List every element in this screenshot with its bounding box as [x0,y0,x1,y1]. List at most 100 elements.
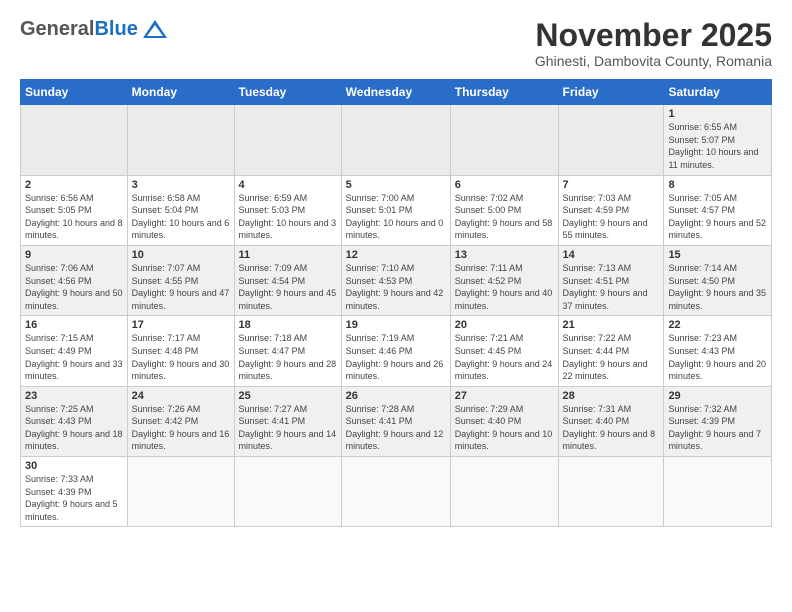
day-number: 3 [132,179,230,191]
day-cell: 14Sunrise: 7:13 AM Sunset: 4:51 PM Dayli… [558,245,664,315]
day-cell: 16Sunrise: 7:15 AM Sunset: 4:49 PM Dayli… [21,316,128,386]
day-info: Sunrise: 7:26 AM Sunset: 4:42 PM Dayligh… [132,403,230,453]
day-cell [234,105,341,175]
day-cell: 11Sunrise: 7:09 AM Sunset: 4:54 PM Dayli… [234,245,341,315]
header-row: SundayMondayTuesdayWednesdayThursdayFrid… [21,80,772,105]
col-header-thursday: Thursday [450,80,558,105]
title-block: November 2025 Ghinesti, Dambovita County… [535,18,772,69]
day-info: Sunrise: 7:10 AM Sunset: 4:53 PM Dayligh… [346,262,446,312]
day-number: 29 [668,390,767,402]
day-cell: 5Sunrise: 7:00 AM Sunset: 5:01 PM Daylig… [341,175,450,245]
day-info: Sunrise: 7:07 AM Sunset: 4:55 PM Dayligh… [132,262,230,312]
day-cell: 19Sunrise: 7:19 AM Sunset: 4:46 PM Dayli… [341,316,450,386]
day-cell [450,105,558,175]
day-number: 8 [668,179,767,191]
day-number: 23 [25,390,123,402]
day-cell [127,457,234,527]
day-cell: 24Sunrise: 7:26 AM Sunset: 4:42 PM Dayli… [127,386,234,456]
day-cell: 10Sunrise: 7:07 AM Sunset: 4:55 PM Dayli… [127,245,234,315]
day-cell [234,457,341,527]
day-cell: 28Sunrise: 7:31 AM Sunset: 4:40 PM Dayli… [558,386,664,456]
day-cell [558,105,664,175]
day-cell: 1Sunrise: 6:55 AM Sunset: 5:07 PM Daylig… [664,105,772,175]
day-info: Sunrise: 7:19 AM Sunset: 4:46 PM Dayligh… [346,332,446,382]
day-number: 25 [239,390,337,402]
day-info: Sunrise: 7:28 AM Sunset: 4:41 PM Dayligh… [346,403,446,453]
day-number: 26 [346,390,446,402]
day-info: Sunrise: 7:31 AM Sunset: 4:40 PM Dayligh… [563,403,660,453]
day-number: 28 [563,390,660,402]
logo-icon [141,18,169,40]
day-info: Sunrise: 7:25 AM Sunset: 4:43 PM Dayligh… [25,403,123,453]
col-header-wednesday: Wednesday [341,80,450,105]
day-info: Sunrise: 7:11 AM Sunset: 4:52 PM Dayligh… [455,262,554,312]
day-number: 12 [346,249,446,261]
day-cell: 13Sunrise: 7:11 AM Sunset: 4:52 PM Dayli… [450,245,558,315]
day-cell: 15Sunrise: 7:14 AM Sunset: 4:50 PM Dayli… [664,245,772,315]
day-cell: 8Sunrise: 7:05 AM Sunset: 4:57 PM Daylig… [664,175,772,245]
day-info: Sunrise: 7:02 AM Sunset: 5:00 PM Dayligh… [455,192,554,242]
day-info: Sunrise: 7:03 AM Sunset: 4:59 PM Dayligh… [563,192,660,242]
page: General Blue November 2025 Ghinesti, Dam… [0,0,792,612]
day-number: 30 [25,460,123,472]
day-info: Sunrise: 7:15 AM Sunset: 4:49 PM Dayligh… [25,332,123,382]
day-cell: 12Sunrise: 7:10 AM Sunset: 4:53 PM Dayli… [341,245,450,315]
day-info: Sunrise: 7:21 AM Sunset: 4:45 PM Dayligh… [455,332,554,382]
day-info: Sunrise: 7:29 AM Sunset: 4:40 PM Dayligh… [455,403,554,453]
day-cell: 27Sunrise: 7:29 AM Sunset: 4:40 PM Dayli… [450,386,558,456]
week-row-0: 1Sunrise: 6:55 AM Sunset: 5:07 PM Daylig… [21,105,772,175]
day-info: Sunrise: 7:33 AM Sunset: 4:39 PM Dayligh… [25,473,123,523]
day-number: 11 [239,249,337,261]
day-cell: 21Sunrise: 7:22 AM Sunset: 4:44 PM Dayli… [558,316,664,386]
day-number: 24 [132,390,230,402]
day-cell [341,457,450,527]
week-row-3: 16Sunrise: 7:15 AM Sunset: 4:49 PM Dayli… [21,316,772,386]
day-cell: 25Sunrise: 7:27 AM Sunset: 4:41 PM Dayli… [234,386,341,456]
month-title: November 2025 [535,18,772,53]
day-number: 2 [25,179,123,191]
calendar-table: SundayMondayTuesdayWednesdayThursdayFrid… [20,79,772,527]
logo: General Blue [20,18,169,40]
day-cell: 2Sunrise: 6:56 AM Sunset: 5:05 PM Daylig… [21,175,128,245]
col-header-friday: Friday [558,80,664,105]
header: General Blue November 2025 Ghinesti, Dam… [20,18,772,69]
day-cell: 23Sunrise: 7:25 AM Sunset: 4:43 PM Dayli… [21,386,128,456]
col-header-monday: Monday [127,80,234,105]
day-number: 9 [25,249,123,261]
day-number: 7 [563,179,660,191]
day-info: Sunrise: 6:55 AM Sunset: 5:07 PM Dayligh… [668,121,767,171]
logo-general: General [20,19,94,39]
day-cell: 29Sunrise: 7:32 AM Sunset: 4:39 PM Dayli… [664,386,772,456]
col-header-tuesday: Tuesday [234,80,341,105]
day-number: 21 [563,319,660,331]
day-cell: 7Sunrise: 7:03 AM Sunset: 4:59 PM Daylig… [558,175,664,245]
day-number: 17 [132,319,230,331]
day-info: Sunrise: 7:14 AM Sunset: 4:50 PM Dayligh… [668,262,767,312]
week-row-2: 9Sunrise: 7:06 AM Sunset: 4:56 PM Daylig… [21,245,772,315]
day-cell: 30Sunrise: 7:33 AM Sunset: 4:39 PM Dayli… [21,457,128,527]
day-info: Sunrise: 7:23 AM Sunset: 4:43 PM Dayligh… [668,332,767,382]
week-row-1: 2Sunrise: 6:56 AM Sunset: 5:05 PM Daylig… [21,175,772,245]
day-number: 19 [346,319,446,331]
day-cell [127,105,234,175]
day-cell: 20Sunrise: 7:21 AM Sunset: 4:45 PM Dayli… [450,316,558,386]
day-cell [558,457,664,527]
week-row-4: 23Sunrise: 7:25 AM Sunset: 4:43 PM Dayli… [21,386,772,456]
day-info: Sunrise: 7:18 AM Sunset: 4:47 PM Dayligh… [239,332,337,382]
subtitle: Ghinesti, Dambovita County, Romania [535,53,772,69]
day-number: 20 [455,319,554,331]
logo-text: General Blue [20,18,169,40]
day-info: Sunrise: 6:58 AM Sunset: 5:04 PM Dayligh… [132,192,230,242]
day-info: Sunrise: 7:05 AM Sunset: 4:57 PM Dayligh… [668,192,767,242]
day-info: Sunrise: 6:56 AM Sunset: 5:05 PM Dayligh… [25,192,123,242]
day-cell: 17Sunrise: 7:17 AM Sunset: 4:48 PM Dayli… [127,316,234,386]
day-number: 16 [25,319,123,331]
day-info: Sunrise: 7:22 AM Sunset: 4:44 PM Dayligh… [563,332,660,382]
day-cell [664,457,772,527]
day-info: Sunrise: 6:59 AM Sunset: 5:03 PM Dayligh… [239,192,337,242]
day-number: 13 [455,249,554,261]
day-number: 4 [239,179,337,191]
day-info: Sunrise: 7:32 AM Sunset: 4:39 PM Dayligh… [668,403,767,453]
day-number: 22 [668,319,767,331]
day-cell: 26Sunrise: 7:28 AM Sunset: 4:41 PM Dayli… [341,386,450,456]
